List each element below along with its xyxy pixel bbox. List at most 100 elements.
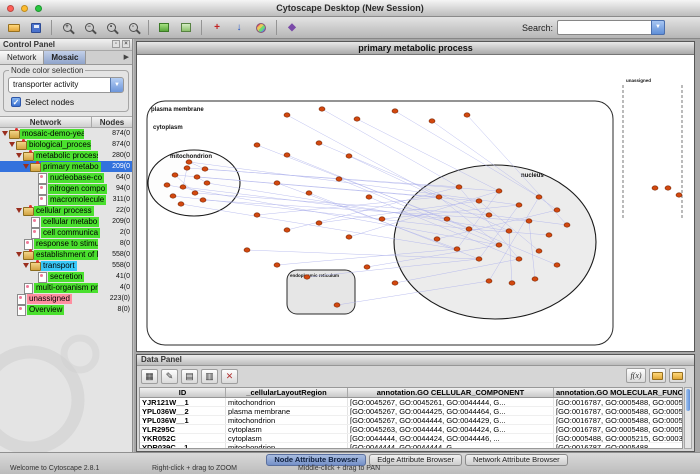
network-node[interactable] <box>284 113 290 117</box>
table-cell[interactable]: mitochondrion <box>226 416 348 424</box>
network-node[interactable] <box>366 195 372 199</box>
close-panel-icon[interactable]: × <box>122 40 130 48</box>
network-node[interactable] <box>554 263 560 267</box>
network-node[interactable] <box>526 219 532 223</box>
tree-row-primary-metabo[interactable]: primary metabo209(0 <box>0 161 132 172</box>
table-row[interactable]: YDR039C__1mitochondrion[GO:0044444, GO:0… <box>140 443 682 449</box>
import-network-icon[interactable]: ↓ <box>229 19 249 37</box>
network-node[interactable] <box>676 193 682 197</box>
save-session-icon[interactable] <box>26 19 46 37</box>
tab-scroll-right-icon[interactable]: ▶ <box>121 51 132 64</box>
table-cell[interactable]: YJR121W__1 <box>140 398 226 406</box>
network-node[interactable] <box>392 281 398 285</box>
network-node[interactable] <box>274 181 280 185</box>
network-node[interactable] <box>186 160 192 164</box>
network-node[interactable] <box>346 235 352 239</box>
table-cell[interactable]: [GO:0044444, GO:0044444, G... <box>348 443 554 449</box>
network-node[interactable] <box>564 223 570 227</box>
tree-row-metabolic-process[interactable]: metabolic process280(0 <box>0 150 132 161</box>
table-cell[interactable]: plasma membrane <box>226 407 348 415</box>
tree-row-establishment-of-lo[interactable]: establishment of lo558(0 <box>0 249 132 260</box>
column-header-2[interactable]: annotation.GO CELLULAR_COMPONENT <box>348 388 554 397</box>
network-node[interactable] <box>506 229 512 233</box>
network-node[interactable] <box>306 191 312 195</box>
formula-builder-icon[interactable]: f(x) <box>626 368 646 383</box>
table-cell[interactable]: [GO:0045263, GO:0044444, GO:0044424, G..… <box>348 425 554 433</box>
table-row[interactable]: YLR295Ccytoplasm[GO:0045263, GO:0044444,… <box>140 425 682 434</box>
network-node[interactable] <box>316 141 322 145</box>
select-nodes-checkbox[interactable]: ✓ <box>11 97 21 107</box>
network-node[interactable] <box>200 198 206 202</box>
title-bar[interactable]: Cytoscape Desktop (New Session) <box>0 0 700 17</box>
network-node[interactable] <box>194 175 200 179</box>
table-cell[interactable]: mitochondrion <box>226 443 348 449</box>
table-row[interactable]: YKR052Ccytoplasm[GO:0044444, GO:0044424,… <box>140 434 682 443</box>
network-frame-title[interactable]: primary metabolic process <box>137 42 694 55</box>
network-node[interactable] <box>244 248 250 252</box>
open-session-icon[interactable] <box>4 19 24 37</box>
tree-row-cellular-metabo[interactable]: cellular metabo209(0 <box>0 216 132 227</box>
network-node[interactable] <box>164 183 170 187</box>
tree-column-network[interactable]: Network <box>0 117 92 127</box>
network-node[interactable] <box>204 181 210 185</box>
copy-attribute-icon[interactable]: ▤ <box>181 369 198 384</box>
tree-row-mosaic-demo-yeast[interactable]: mosaic-demo-yeast874(0 <box>0 128 132 139</box>
network-node[interactable] <box>192 191 198 195</box>
network-node[interactable] <box>284 228 290 232</box>
table-cell[interactable]: [GO:0016787, GO:0005488, GO:0005215, G..… <box>554 416 683 424</box>
network-node[interactable] <box>532 277 538 281</box>
import-attributes-icon[interactable] <box>649 368 666 383</box>
expander-icon[interactable] <box>16 150 23 161</box>
tree-row-nitrogen-compo[interactable]: nitrogen compo94(0 <box>0 183 132 194</box>
network-node[interactable] <box>172 173 178 177</box>
network-node[interactable] <box>434 237 440 241</box>
table-scrollbar-thumb[interactable] <box>686 389 690 411</box>
network-node[interactable] <box>184 166 190 170</box>
network-node[interactable] <box>304 275 310 279</box>
table-cell[interactable]: mitochondrion <box>226 398 348 406</box>
tree-row-secretion[interactable]: secretion41(0 <box>0 271 132 282</box>
network-node[interactable] <box>464 113 470 117</box>
dropdown-arrow-icon[interactable]: ▼ <box>110 77 124 93</box>
network-node[interactable] <box>178 202 184 206</box>
export-attributes-icon[interactable] <box>669 368 686 383</box>
tree-row-cellular-process[interactable]: cellular process22(0 <box>0 205 132 216</box>
table-cell[interactable]: cytoplasm <box>226 434 348 442</box>
network-node[interactable] <box>456 185 462 189</box>
network-node[interactable] <box>509 281 515 285</box>
tree-row-cell-communica[interactable]: cell communica2(0 <box>0 227 132 238</box>
table-cell[interactable]: YLR295C <box>140 425 226 433</box>
network-node[interactable] <box>466 227 472 231</box>
network-node[interactable] <box>486 213 492 217</box>
network-node[interactable] <box>316 221 322 225</box>
network-node[interactable] <box>254 213 260 217</box>
network-canvas[interactable]: plasma membranecytoplasmmitochondrionnuc… <box>137 55 694 351</box>
network-node[interactable] <box>284 153 290 157</box>
table-row[interactable]: YPL036W__1mitochondrion[GO:0045267, GO:0… <box>140 416 682 425</box>
expander-icon[interactable] <box>23 161 30 172</box>
zoom-fit-content-icon[interactable]: ▫ <box>123 19 143 37</box>
network-node[interactable] <box>319 107 325 111</box>
expander-icon[interactable] <box>16 249 23 260</box>
table-cell[interactable]: [GO:0045267, GO:0044425, GO:0044464, G..… <box>348 407 554 415</box>
network-node[interactable] <box>444 217 450 221</box>
search-input[interactable]: ▼ <box>557 20 665 35</box>
network-node[interactable] <box>516 257 522 261</box>
tree-row-nucleobase-co[interactable]: nucleobase-co64(0 <box>0 172 132 183</box>
zoom-out-icon[interactable]: − <box>79 19 99 37</box>
table-cell[interactable]: [GO:0016787, GO:0005488, ... <box>554 443 683 449</box>
table-cell[interactable]: [GO:0016787, GO:0005488, GO:0005215, GO:… <box>554 425 683 433</box>
expander-icon[interactable] <box>2 128 9 139</box>
network-node[interactable] <box>436 195 442 199</box>
show-graphics-details-icon[interactable] <box>154 19 174 37</box>
network-node[interactable] <box>486 279 492 283</box>
network-node[interactable] <box>334 303 340 307</box>
table-cell[interactable]: [GO:0016787, GO:0005488, GO:0005215, G..… <box>554 398 683 406</box>
table-cell[interactable]: [GO:0045267, GO:0045261, GO:0044444, G..… <box>348 398 554 406</box>
network-node[interactable] <box>665 186 671 190</box>
column-header-0[interactable]: ID <box>140 388 226 397</box>
create-network-icon[interactable]: + <box>207 19 227 37</box>
tree-row-response-to-stimu[interactable]: response to stimu8(0 <box>0 238 132 249</box>
table-cell[interactable]: YPL036W__2 <box>140 407 226 415</box>
list-attributes-icon[interactable]: ▥ <box>201 369 218 384</box>
